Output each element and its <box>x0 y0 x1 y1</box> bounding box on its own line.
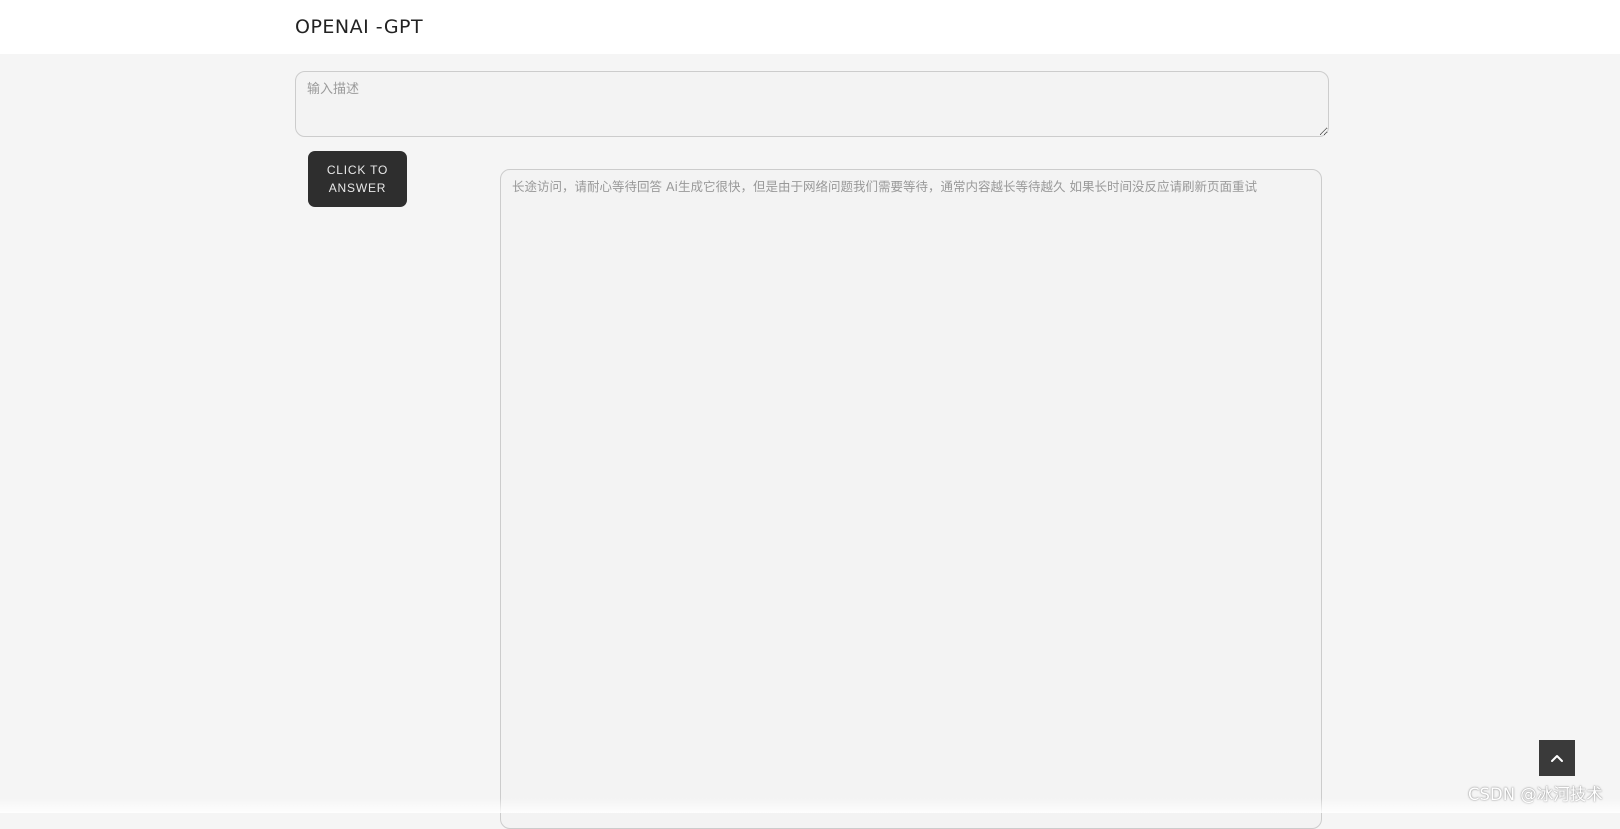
chevron-up-icon <box>1550 753 1564 763</box>
prompt-input[interactable] <box>295 71 1329 137</box>
watermark: CSDN @冰河技术 <box>1468 785 1603 804</box>
click-to-answer-button[interactable]: CLICK TO ANSWER <box>308 151 407 207</box>
back-to-top-button[interactable] <box>1539 740 1575 776</box>
top-header: OPENAI -GPT <box>0 0 1620 54</box>
answer-output[interactable] <box>500 169 1322 829</box>
app-title: OPENAI -GPT <box>295 16 424 38</box>
